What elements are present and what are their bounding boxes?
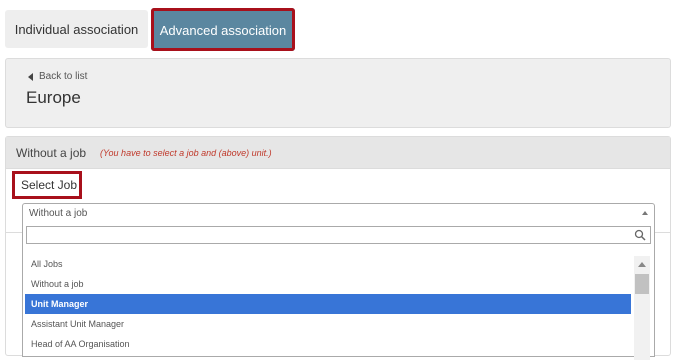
scroll-up-arrow-icon[interactable]: [638, 262, 646, 267]
job-option-label: Unit Manager: [31, 299, 89, 309]
job-dropdown: All Jobs Without a job Unit Manager Assi…: [22, 222, 655, 360]
job-option-assistant-unit-manager[interactable]: Assistant Unit Manager: [25, 314, 631, 334]
job-search-box: [26, 226, 651, 246]
job-option-label: Head of AA Organisation: [31, 339, 130, 349]
section-warning: (You have to select a job and (above) un…: [100, 147, 272, 158]
job-search-input[interactable]: [27, 229, 635, 246]
job-select[interactable]: Without a job: [22, 203, 655, 223]
search-icon: [634, 229, 646, 241]
page-title: Europe: [26, 88, 81, 107]
tab-advanced-association[interactable]: Advanced association: [151, 8, 295, 51]
job-options-list: All Jobs Without a job Unit Manager Assi…: [25, 254, 631, 354]
back-to-list-link[interactable]: Back to list: [28, 71, 87, 82]
association-panel: Without a job (You have to select a job …: [5, 136, 671, 360]
job-option-head-of-aa-organisation[interactable]: Head of AA Organisation: [25, 334, 631, 354]
back-to-list-label: Back to list: [39, 71, 88, 82]
job-option-label: Assistant Unit Manager: [31, 319, 125, 329]
dropdown-scrollbar[interactable]: [634, 256, 650, 360]
job-option-unit-manager[interactable]: Unit Manager: [25, 294, 631, 314]
job-select-value: Without a job: [29, 207, 88, 219]
select-job-label-text: Select Job: [21, 178, 78, 192]
tab-individual-association-label: Individual association: [14, 21, 139, 37]
select-job-label: Select Job: [12, 171, 82, 199]
header-panel: Back to list Europe: [5, 58, 671, 128]
job-option-label: Without a job: [31, 279, 84, 289]
section-title: Without a job: [16, 145, 87, 160]
scrollbar-thumb[interactable]: [635, 274, 649, 294]
job-option-without-a-job[interactable]: Without a job: [25, 274, 631, 294]
section-header: Without a job (You have to select a job …: [6, 137, 670, 169]
caret-left-icon: [28, 72, 33, 81]
job-option-label: All Jobs: [31, 259, 63, 269]
caret-up-icon: [642, 211, 648, 215]
tab-individual-association[interactable]: Individual association: [5, 10, 148, 48]
tab-advanced-association-label: Advanced association: [159, 22, 287, 38]
job-option-all-jobs[interactable]: All Jobs: [25, 254, 631, 274]
